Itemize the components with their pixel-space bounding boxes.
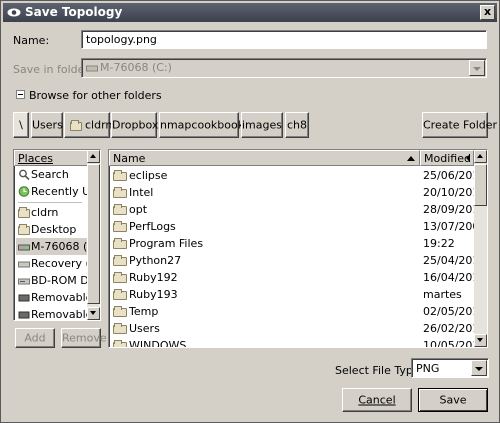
column-scroll-left-icon [466, 154, 470, 162]
places-scroll-up-icon[interactable] [87, 150, 100, 163]
folder-icon [18, 224, 30, 235]
folder-icon [113, 306, 127, 317]
browse-folders-toggle[interactable]: Browse for other folders [29, 89, 162, 102]
file-list-panel: Name Modified eclipse 25/06/2012 Intel 20/1… [108, 149, 488, 348]
drive-icon [18, 261, 30, 268]
name-label: Name: [13, 34, 50, 47]
name-input-value: topology.png [86, 33, 157, 46]
modified-column-header[interactable]: Modified [420, 150, 474, 166]
folder-icon [113, 170, 127, 181]
file-row[interactable]: PerfLogs 13/07/2009 [111, 218, 486, 235]
file-row[interactable]: Temp 02/05/2012 [111, 303, 486, 320]
path-crumb-cldrn[interactable]: cldrn [64, 112, 112, 138]
drive-icon [18, 244, 30, 251]
file-name: WINDOWS [129, 339, 187, 348]
path-crumb-images[interactable]: images [241, 112, 283, 138]
removable-drive-icon [18, 311, 30, 319]
file-name: Temp [129, 305, 159, 318]
file-type-value: PNG [416, 362, 440, 375]
folder-icon [18, 207, 30, 218]
removable-drive-icon [18, 294, 30, 302]
places-scrollbar[interactable] [87, 150, 100, 320]
file-row[interactable]: eclipse 25/06/2012 [111, 167, 486, 184]
folder-icon [113, 272, 127, 283]
places-scroll-thumb[interactable] [87, 164, 100, 304]
file-name: Program Files [129, 237, 204, 250]
save-in-dropdown-arrow [469, 60, 485, 76]
file-name: Python27 [129, 254, 182, 267]
drive-icon [86, 65, 98, 72]
path-root-button[interactable]: \ [13, 112, 29, 138]
file-modified: 19:22 [423, 237, 455, 250]
close-button[interactable]: x [480, 5, 495, 20]
folder-icon [113, 221, 127, 232]
file-row[interactable]: Python27 25/04/2012 [111, 252, 486, 269]
file-name: Users [129, 322, 160, 335]
save-in-folder-select: M-76068 (C:) [81, 58, 487, 78]
file-row[interactable]: Ruby193 martes [111, 286, 472, 303]
path-crumb-nmapcookbook[interactable]: nmapcookbook [159, 112, 244, 138]
folder-icon [70, 120, 82, 131]
files-scroll-down-icon[interactable] [474, 334, 487, 347]
name-column-header[interactable]: Name [109, 150, 420, 166]
save-in-folder-value: M-76068 (C:) [100, 61, 172, 74]
add-place-button[interactable]: Add [15, 328, 55, 348]
file-modified: martes [423, 288, 462, 301]
places-separator [18, 202, 82, 203]
files-scroll-up-icon[interactable] [474, 150, 487, 163]
places-header[interactable]: Places [14, 150, 88, 166]
file-name: Ruby193 [129, 288, 178, 301]
file-row[interactable]: Users 26/02/2012 [111, 320, 486, 337]
window-title: Save Topology [25, 5, 123, 19]
file-row[interactable]: Program Files 19:22 [111, 235, 472, 252]
file-name: Intel [129, 186, 154, 199]
path-crumb-ch8[interactable]: ch8 [285, 112, 309, 138]
folder-icon [113, 289, 127, 300]
file-name: PerfLogs [129, 220, 176, 233]
file-row[interactable]: WINDOWS 10/05/2012 [111, 337, 486, 348]
file-type-select[interactable]: PNG [411, 358, 489, 378]
path-crumb-users[interactable]: Users [31, 112, 63, 138]
places-scroll-down-icon[interactable] [87, 307, 100, 320]
remove-place-button[interactable]: Remove [61, 328, 107, 348]
optical-drive-icon [18, 278, 30, 285]
files-scrollbar[interactable] [474, 150, 487, 347]
file-type-dropdown-arrow[interactable] [471, 360, 487, 376]
file-name: opt [129, 203, 148, 216]
create-folder-button[interactable]: Create Folder [422, 112, 497, 138]
file-row[interactable]: opt 28/09/2011 [111, 201, 486, 218]
folder-icon [113, 323, 127, 334]
folder-icon [113, 255, 127, 266]
places-panel: Places Search Recently U... cldrn Deskto… [13, 149, 101, 321]
title-bar[interactable]: Save Topology x [3, 3, 497, 22]
file-row[interactable]: Intel 20/10/2010 [111, 184, 486, 201]
cancel-button[interactable]: Cancel [342, 388, 412, 412]
browse-expander-icon[interactable] [16, 90, 25, 99]
file-name: Ruby192 [129, 271, 178, 284]
sort-ascending-icon [407, 156, 415, 161]
files-scroll-thumb[interactable] [474, 164, 487, 206]
folder-icon [113, 238, 127, 249]
recent-icon [18, 186, 30, 197]
folder-icon [113, 340, 127, 347]
save-dialog: Save Topology x Name: topology.png Save … [0, 0, 500, 423]
path-crumb-dropbox[interactable]: Dropbox [111, 112, 158, 138]
folder-icon [113, 204, 127, 215]
file-name: eclipse [129, 169, 168, 182]
search-icon [19, 169, 30, 180]
save-button[interactable]: Save [418, 388, 488, 412]
folder-icon [113, 187, 127, 198]
file-row[interactable]: Ruby192 16/04/2011 [111, 269, 486, 286]
eye-logo-icon [7, 8, 21, 17]
name-input[interactable]: topology.png [81, 30, 487, 49]
